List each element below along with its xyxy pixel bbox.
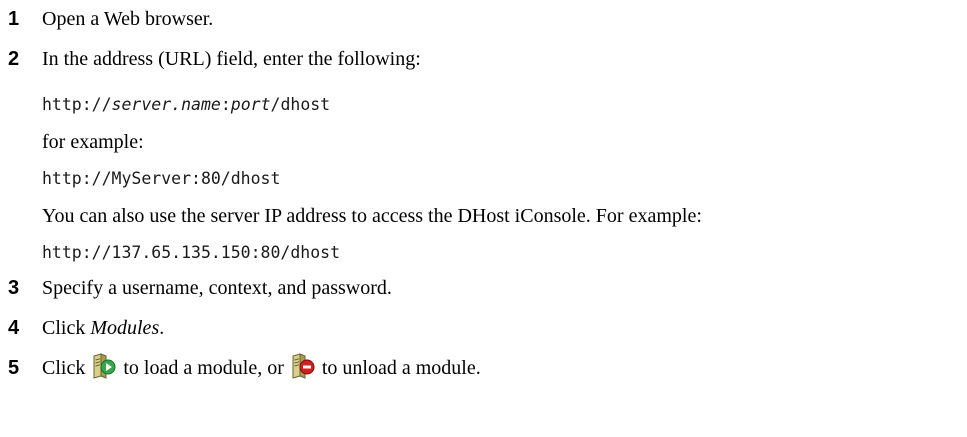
step-number: 4 (8, 317, 20, 339)
example-url-ip: http://137.65.135.150:80/dhost (42, 243, 341, 262)
url-prefix: http:// (42, 95, 112, 114)
step-text: Click Modules. (42, 313, 164, 343)
ip-address-note: You can also use the server IP address t… (42, 205, 702, 227)
document-page: 1 Open a Web browser. 2 In the address (… (0, 0, 967, 437)
step-text: In the address (URL) field, enter the fo… (42, 48, 421, 70)
step-text-suffix: to unload a module. (321, 357, 481, 379)
step-number: 3 (8, 277, 20, 299)
url-server-placeholder: server.name (111, 95, 221, 114)
step-text: Open a Web browser. (42, 8, 214, 30)
unload-module-icon (288, 353, 316, 379)
step-text-middle: to load a module, or (123, 357, 284, 379)
step-text-prefix: Click (42, 357, 86, 379)
step-number: 5 (8, 357, 20, 379)
step-text-prefix: Click (42, 317, 91, 339)
url-port-placeholder: port (230, 95, 271, 114)
example-url-hostname: http://MyServer:80/dhost (42, 169, 281, 188)
url-template: http://server.name:port/dhost (42, 94, 330, 116)
url-colon: : (220, 95, 231, 114)
for-example-text: for example: (42, 131, 144, 153)
modules-link: Modules (90, 317, 160, 339)
step-number: 1 (8, 8, 20, 30)
step-text: Click to load a module, or to unload a m… (42, 353, 481, 383)
load-module-icon (89, 353, 117, 379)
step-number: 2 (8, 48, 20, 70)
step-text: Specify a username, context, and passwor… (42, 277, 392, 299)
step-text-suffix: . (159, 317, 165, 339)
url-suffix: /dhost (270, 95, 331, 114)
